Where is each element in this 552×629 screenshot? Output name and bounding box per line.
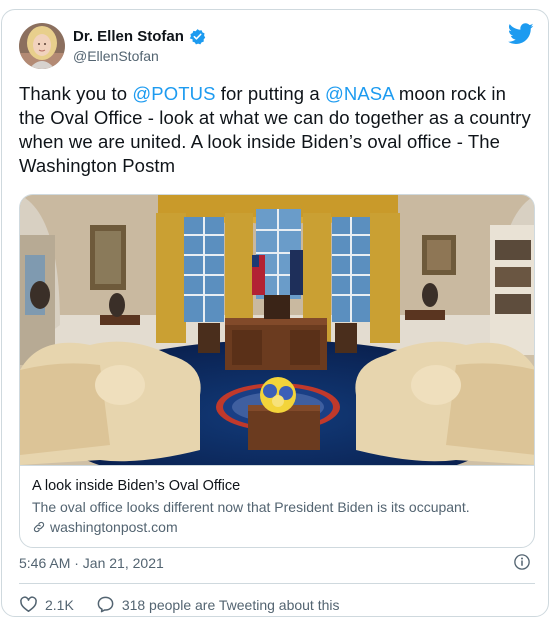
tweet-timestamp[interactable]: 5:46 AM · Jan 21, 2021: [19, 555, 164, 571]
mention-nasa-link[interactable]: @NASA: [325, 83, 394, 104]
mention-potus-link[interactable]: @POTUS: [132, 83, 215, 104]
info-icon[interactable]: [513, 553, 531, 571]
link-domain[interactable]: washingtonpost.com: [50, 519, 178, 535]
tweet-card[interactable]: Dr. Ellen Stofan @EllenStofan Thank you …: [1, 9, 549, 617]
tweet-text-segment: Thank you to: [19, 83, 133, 104]
author-display-name[interactable]: Dr. Ellen Stofan: [73, 28, 184, 45]
author-avatar[interactable]: [19, 23, 65, 69]
tweet-text-segment: for putting a: [215, 83, 325, 104]
link-title[interactable]: A look inside Biden’s Oval Office: [32, 477, 522, 496]
author-info[interactable]: Dr. Ellen Stofan @EllenStofan: [73, 28, 206, 64]
twitter-bird-icon[interactable]: [508, 23, 534, 45]
link-icon: [33, 521, 45, 533]
link-domain-row[interactable]: washingtonpost.com: [32, 519, 522, 535]
heart-icon: [20, 596, 37, 612]
conversation-button[interactable]: 318 people are Tweeting about this: [96, 595, 340, 614]
link-preview-card[interactable]: A look inside Biden’s Oval Office The ov…: [19, 194, 535, 548]
like-button[interactable]: 2.1K: [19, 595, 74, 614]
action-bar: 2.1K 318 people are Tweeting about this: [19, 595, 362, 614]
oval-office-image[interactable]: [20, 195, 535, 465]
tweet-text: Thank you to @POTUS for putting a @NASA …: [19, 82, 534, 178]
conversation-label: 318 people are Tweeting about this: [121, 596, 340, 613]
speech-bubble-icon: [97, 596, 114, 613]
verified-badge-icon: [189, 29, 206, 45]
link-info[interactable]: A look inside Biden’s Oval Office The ov…: [20, 465, 534, 547]
link-description: The oval office looks different now that…: [32, 499, 470, 515]
like-count: 2.1K: [45, 596, 74, 613]
author-handle[interactable]: @EllenStofan: [73, 48, 206, 64]
divider: [19, 583, 535, 584]
